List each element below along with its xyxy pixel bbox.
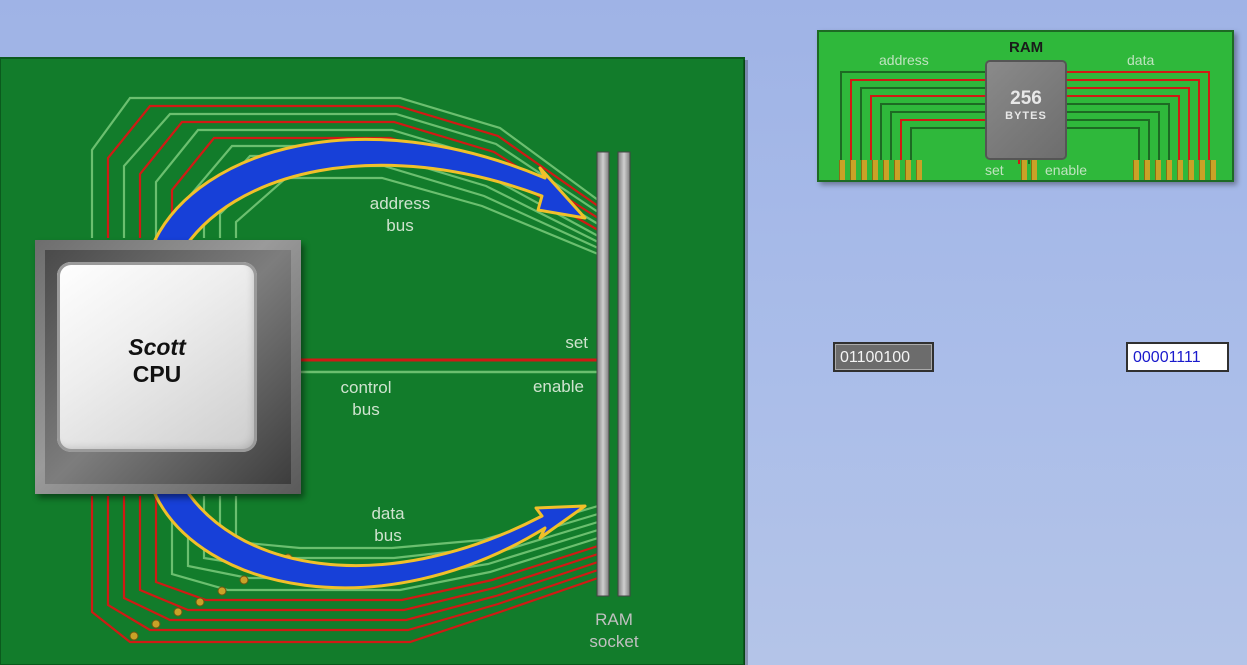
- cpu-package: Scott CPU: [35, 240, 301, 494]
- ram-size-number: 256: [1010, 88, 1042, 109]
- ram-module: RAM address data 256 BYTES set enable: [817, 30, 1234, 182]
- ram-address-label: address: [879, 52, 929, 68]
- control-bus-label: control bus: [340, 378, 392, 419]
- address-register: 01100100: [833, 342, 934, 372]
- data-register: 00001111: [1126, 342, 1229, 372]
- set-label: set: [565, 333, 588, 352]
- ram-size-unit: BYTES: [1005, 110, 1047, 122]
- data-bus-label: data bus: [371, 504, 405, 545]
- ram-chip: 256 BYTES: [987, 62, 1065, 158]
- ram-enable-label: enable: [1045, 162, 1088, 178]
- cpu-label: Scott CPU: [57, 334, 257, 388]
- ram-socket-label: RAM socket: [589, 610, 639, 651]
- enable-label: enable: [532, 377, 584, 396]
- address-bus-label: address bus: [369, 194, 431, 235]
- ram-data-label: data: [1127, 52, 1155, 68]
- cpu-chip: Scott CPU: [57, 262, 257, 452]
- cpu-type: CPU: [132, 361, 182, 387]
- ram-socket-left-rail: [596, 151, 610, 597]
- ram-title: RAM: [1009, 39, 1044, 56]
- cpu-name: Scott: [128, 334, 186, 360]
- ram-socket-right-rail: [617, 151, 631, 597]
- ram-set-label: set: [985, 162, 1004, 178]
